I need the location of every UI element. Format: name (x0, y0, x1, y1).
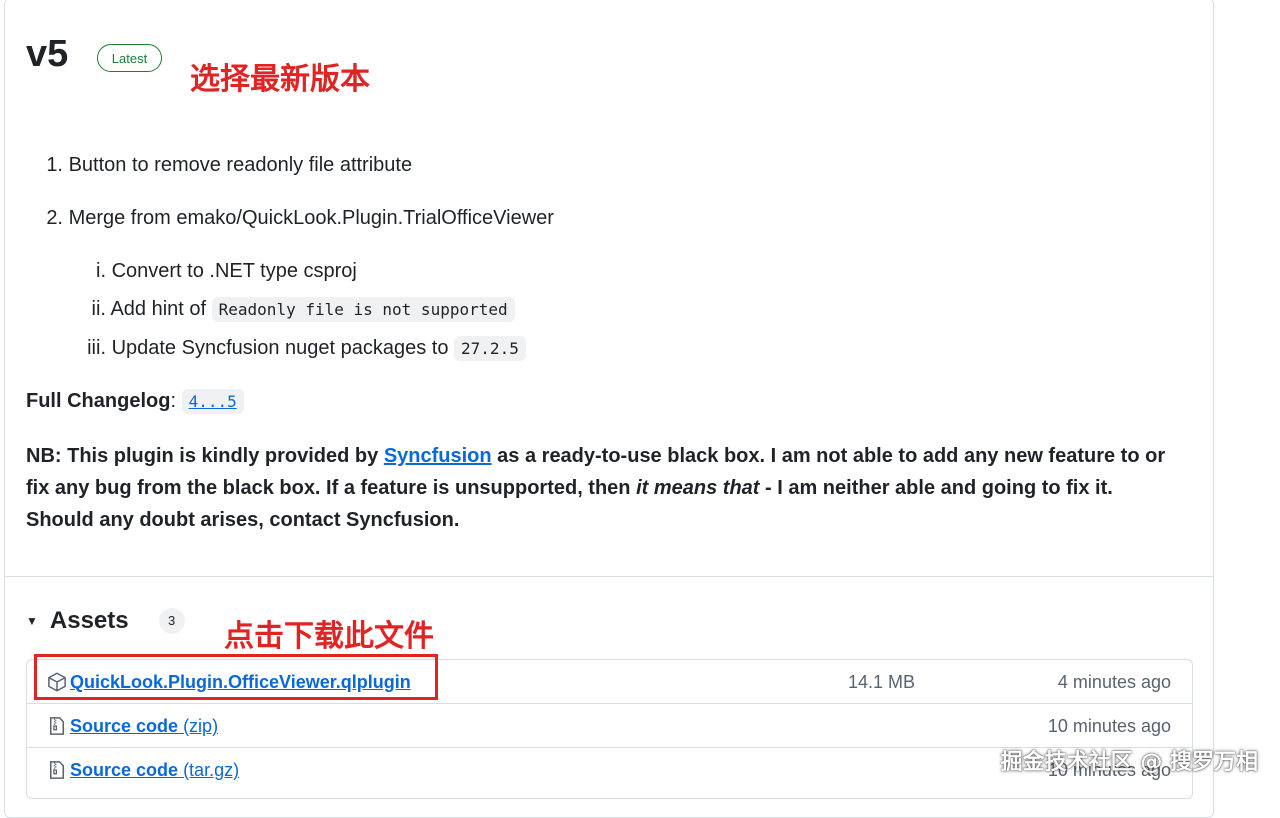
asset-row: Source code (zip) 10 minutes ago (27, 704, 1192, 748)
assets-title: Assets (49, 607, 129, 634)
file-zip-icon (50, 761, 64, 779)
subnote-number: iii. (87, 337, 106, 359)
annotation-click-download: 点击下载此文件 (224, 619, 434, 654)
watermark: 掘金技术社区 @ 搜罗万相 (1000, 750, 1258, 775)
subnote-text: Convert to .NET type csproj (111, 260, 357, 282)
assets-count-badge: 3 (158, 608, 185, 634)
subnote-text: Add hint of (110, 298, 207, 320)
subnote-number: i. (96, 260, 106, 282)
subnote-number: ii. (91, 298, 106, 320)
note-number: 1. (46, 154, 63, 176)
subnote-item: ii. Add hint of Readonly file is not sup… (26, 295, 515, 324)
full-changelog: Full Changelog: 4...5 (26, 387, 244, 416)
file-zip-icon (50, 717, 64, 735)
release-title[interactable]: v5 (26, 30, 68, 78)
subnote-item: iii. Update Syncfusion nuget packages to… (26, 334, 526, 363)
inline-code: 27.2.5 (454, 336, 526, 361)
source-code-zip-link[interactable]: Source code (zip) (70, 714, 218, 738)
changelog-link[interactable]: 4...5 (189, 392, 237, 411)
inline-code: Readonly file is not supported (211, 297, 515, 322)
section-divider (4, 576, 1214, 577)
caret-down-icon: ▼ (26, 614, 38, 628)
changelog-label: Full Changelog (26, 390, 171, 412)
nb-paragraph: NB: This plugin is kindly provided by Sy… (26, 445, 1166, 531)
syncfusion-link[interactable]: Syncfusion (384, 445, 492, 467)
subnote-text: Update Syncfusion nuget packages to (111, 337, 449, 359)
annotation-select-latest: 选择最新版本 (190, 62, 370, 97)
note-item: 1. Button to remove readonly file attrib… (26, 151, 412, 179)
note-text: Merge from emako/QuickLook.Plugin.TrialO… (68, 207, 554, 229)
source-code-targz-link[interactable]: Source code (tar.gz) (70, 758, 239, 782)
asset-time: 10 minutes ago (1047, 716, 1171, 736)
asset-size: 14.1 MB (848, 672, 916, 692)
assets-toggle[interactable]: ▼ Assets 3 (26, 605, 185, 637)
note-number: 2. (46, 207, 63, 229)
note-text: Button to remove readonly file attribute (68, 154, 413, 176)
note-item: 2. Merge from emako/QuickLook.Plugin.Tri… (26, 204, 554, 232)
latest-badge: Latest (97, 44, 162, 72)
highlight-box (34, 654, 438, 700)
asset-time: 4 minutes ago (1057, 672, 1171, 692)
subnote-item: i. Convert to .NET type csproj (26, 257, 357, 285)
